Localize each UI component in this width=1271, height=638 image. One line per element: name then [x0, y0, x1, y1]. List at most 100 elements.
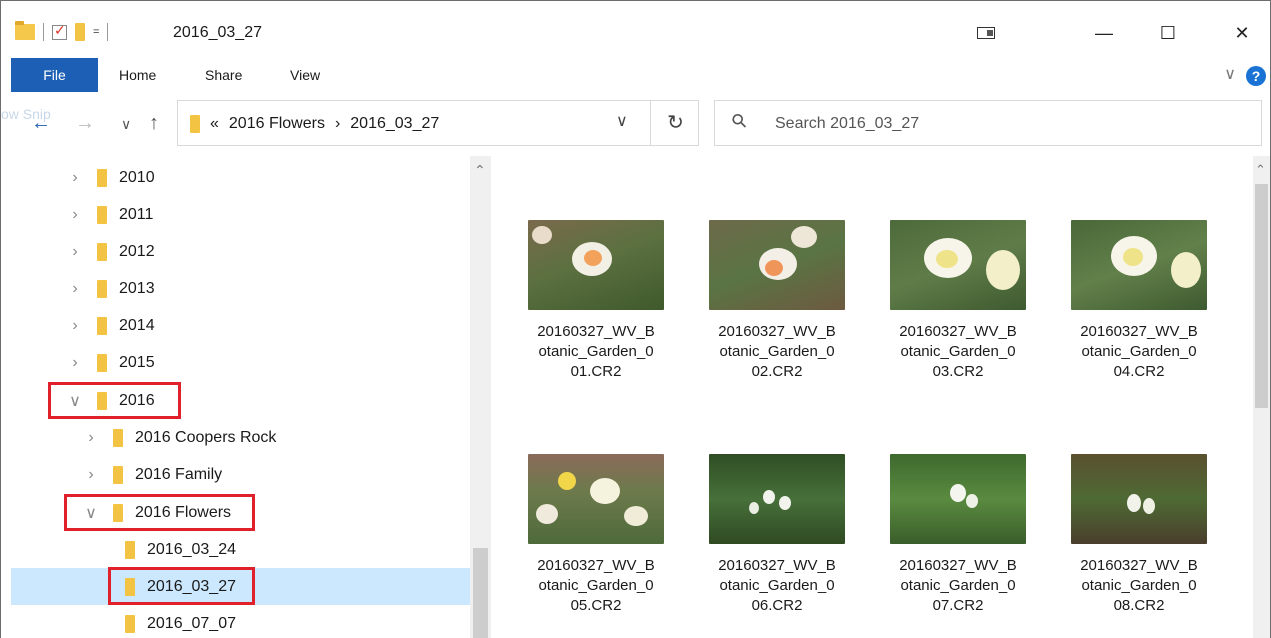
file-name: 20160327_WV_B otanic_Garden_0 03.CR2 — [899, 323, 1017, 380]
address-dropdown-icon[interactable]: ∨ — [616, 111, 628, 131]
back-button[interactable]: ← — [31, 112, 51, 135]
close-button[interactable]: ✕ — [1219, 15, 1265, 51]
tree-scrollbar[interactable]: ⌃ — [470, 156, 491, 638]
folder-icon[interactable] — [15, 21, 35, 40]
quick-access-toolbar: = — [15, 21, 109, 41]
scrollbar-thumb[interactable] — [473, 548, 488, 638]
image-thumbnail — [528, 454, 664, 544]
folder-icon — [190, 115, 200, 133]
file-item[interactable]: 20160327_WV_B otanic_Garden_0 01.CR2 — [521, 220, 671, 382]
tablet-mode-icon[interactable] — [963, 15, 1009, 51]
title-bar: = 2016_03_27 — ☐ ✕ — [0, 0, 1271, 58]
expand-chevron-icon[interactable]: › — [65, 169, 85, 187]
maximize-button[interactable]: ☐ — [1145, 15, 1191, 51]
tree-item-label: 2012 — [119, 242, 155, 260]
separator — [43, 23, 44, 41]
folder-icon — [97, 316, 107, 335]
scrollbar-thumb[interactable] — [1255, 184, 1268, 408]
image-thumbnail — [1071, 454, 1207, 544]
tree-item-2013[interactable]: › 2013 — [65, 270, 155, 307]
image-thumbnail — [1071, 220, 1207, 310]
address-bar[interactable]: « 2016 Flowers › 2016_03_27 ∨ ↻ — [177, 100, 699, 146]
breadcrumb-item-2016-03-27[interactable]: 2016_03_27 — [350, 115, 439, 133]
navigation-pane[interactable]: › 2010 › 2011 › 2012 › 2013 › 2014 › 201… — [0, 156, 491, 638]
scroll-up-icon[interactable]: ⌃ — [474, 162, 486, 179]
expand-chevron-icon[interactable]: › — [65, 354, 85, 372]
file-item[interactable]: 20160327_WV_B otanic_Garden_0 08.CR2 — [1064, 454, 1214, 616]
expand-chevron-icon[interactable]: › — [65, 317, 85, 335]
image-thumbnail — [890, 454, 1026, 544]
file-name: 20160327_WV_B otanic_Garden_0 01.CR2 — [537, 323, 655, 380]
tree-item-2016-03-24[interactable]: 2016_03_24 — [113, 531, 236, 568]
folder-icon — [97, 353, 107, 372]
expand-chevron-icon[interactable]: › — [65, 243, 85, 261]
properties-icon[interactable] — [52, 22, 67, 40]
tab-view[interactable]: View — [290, 58, 320, 92]
tab-file[interactable]: File — [11, 58, 98, 92]
tree-item-label: 2016 Coopers Rock — [135, 428, 277, 446]
file-name: 20160327_WV_B otanic_Garden_0 08.CR2 — [1080, 557, 1198, 614]
tree-item-label: 2015 — [119, 353, 155, 371]
file-item[interactable]: 20160327_WV_B otanic_Garden_0 04.CR2 — [1064, 220, 1214, 382]
tree-item-label: 2014 — [119, 316, 155, 334]
tree-item-label: 2011 — [119, 205, 154, 223]
file-item[interactable]: 20160327_WV_B otanic_Garden_0 03.CR2 — [883, 220, 1033, 382]
expand-ribbon-chevron-icon[interactable]: ∨ — [1224, 64, 1236, 84]
folder-icon — [97, 279, 107, 298]
file-item[interactable]: 20160327_WV_B otanic_Garden_0 06.CR2 — [702, 454, 852, 616]
file-name: 20160327_WV_B otanic_Garden_0 05.CR2 — [537, 557, 655, 614]
file-item[interactable]: 20160327_WV_B otanic_Garden_0 05.CR2 — [521, 454, 671, 616]
breadcrumb-separator[interactable]: › — [335, 115, 340, 133]
tree-item-2015[interactable]: › 2015 — [65, 344, 155, 381]
new-folder-icon[interactable] — [75, 23, 85, 41]
tab-share[interactable]: Share — [205, 58, 242, 92]
annotation-highlight-2016 — [48, 382, 181, 419]
forward-button[interactable]: → — [75, 112, 95, 135]
scroll-up-icon[interactable]: ⌃ — [1255, 162, 1266, 178]
tree-item-2016-coopers-rock[interactable]: › 2016 Coopers Rock — [81, 419, 276, 456]
tree-item-2012[interactable]: › 2012 — [65, 233, 155, 270]
image-thumbnail — [890, 220, 1026, 310]
breadcrumb-item-2016-flowers[interactable]: 2016 Flowers — [229, 115, 325, 133]
breadcrumb-overflow[interactable]: « — [210, 115, 219, 133]
navigation-bar: ow Snip ← → ∨ ↑ « 2016 Flowers › 2016_03… — [0, 92, 1271, 156]
tree-item-2011[interactable]: › 2011 — [65, 196, 153, 233]
up-button[interactable]: ↑ — [149, 112, 159, 135]
file-list-scrollbar[interactable]: ⌃ — [1253, 156, 1270, 638]
folder-icon — [125, 614, 135, 633]
tree-item-label: 2016_07_07 — [147, 614, 236, 632]
file-name: 20160327_WV_B otanic_Garden_0 04.CR2 — [1080, 323, 1198, 380]
annotation-highlight-2016-03-27 — [108, 567, 255, 605]
expand-chevron-icon[interactable]: › — [81, 466, 101, 484]
file-item[interactable]: 20160327_WV_B otanic_Garden_0 02.CR2 — [702, 220, 852, 382]
expand-chevron-icon[interactable]: › — [65, 206, 85, 224]
tree-item-label: 2013 — [119, 279, 155, 297]
tree-item-2016-family[interactable]: › 2016 Family — [81, 456, 222, 493]
tree-item-label: 2016_03_24 — [147, 540, 236, 558]
expand-chevron-icon[interactable]: › — [81, 429, 101, 447]
folder-icon — [113, 465, 123, 484]
tree-item-2016-07-07[interactable]: 2016_07_07 — [113, 605, 236, 638]
folder-icon — [97, 205, 107, 224]
search-box[interactable]: ⚲ Search 2016_03_27 — [714, 100, 1262, 146]
file-name: 20160327_WV_B otanic_Garden_0 07.CR2 — [899, 557, 1017, 614]
file-list-pane[interactable]: 20160327_WV_B otanic_Garden_0 01.CR2 201… — [497, 156, 1271, 638]
folder-icon — [97, 242, 107, 261]
folder-icon — [97, 168, 107, 187]
file-name: 20160327_WV_B otanic_Garden_0 02.CR2 — [718, 323, 836, 380]
tree-item-2010[interactable]: › 2010 — [65, 159, 155, 196]
tab-home[interactable]: Home — [119, 58, 156, 92]
image-thumbnail — [709, 220, 845, 310]
tree-item-2014[interactable]: › 2014 — [65, 307, 155, 344]
folder-icon — [113, 428, 123, 447]
refresh-button[interactable]: ↻ — [650, 101, 700, 145]
expand-chevron-icon[interactable]: › — [65, 280, 85, 298]
help-icon[interactable]: ? — [1246, 66, 1266, 86]
file-item[interactable]: 20160327_WV_B otanic_Garden_0 07.CR2 — [883, 454, 1033, 616]
minimize-button[interactable]: — — [1081, 15, 1127, 51]
search-icon: ⚲ — [727, 109, 753, 134]
ribbon-tabs: File Home Share View ∨ ? — [0, 58, 1271, 92]
recent-locations-button[interactable]: ∨ — [121, 116, 131, 133]
search-input[interactable]: Search 2016_03_27 — [775, 115, 919, 133]
customize-qat-dropdown[interactable]: = — [93, 26, 99, 38]
